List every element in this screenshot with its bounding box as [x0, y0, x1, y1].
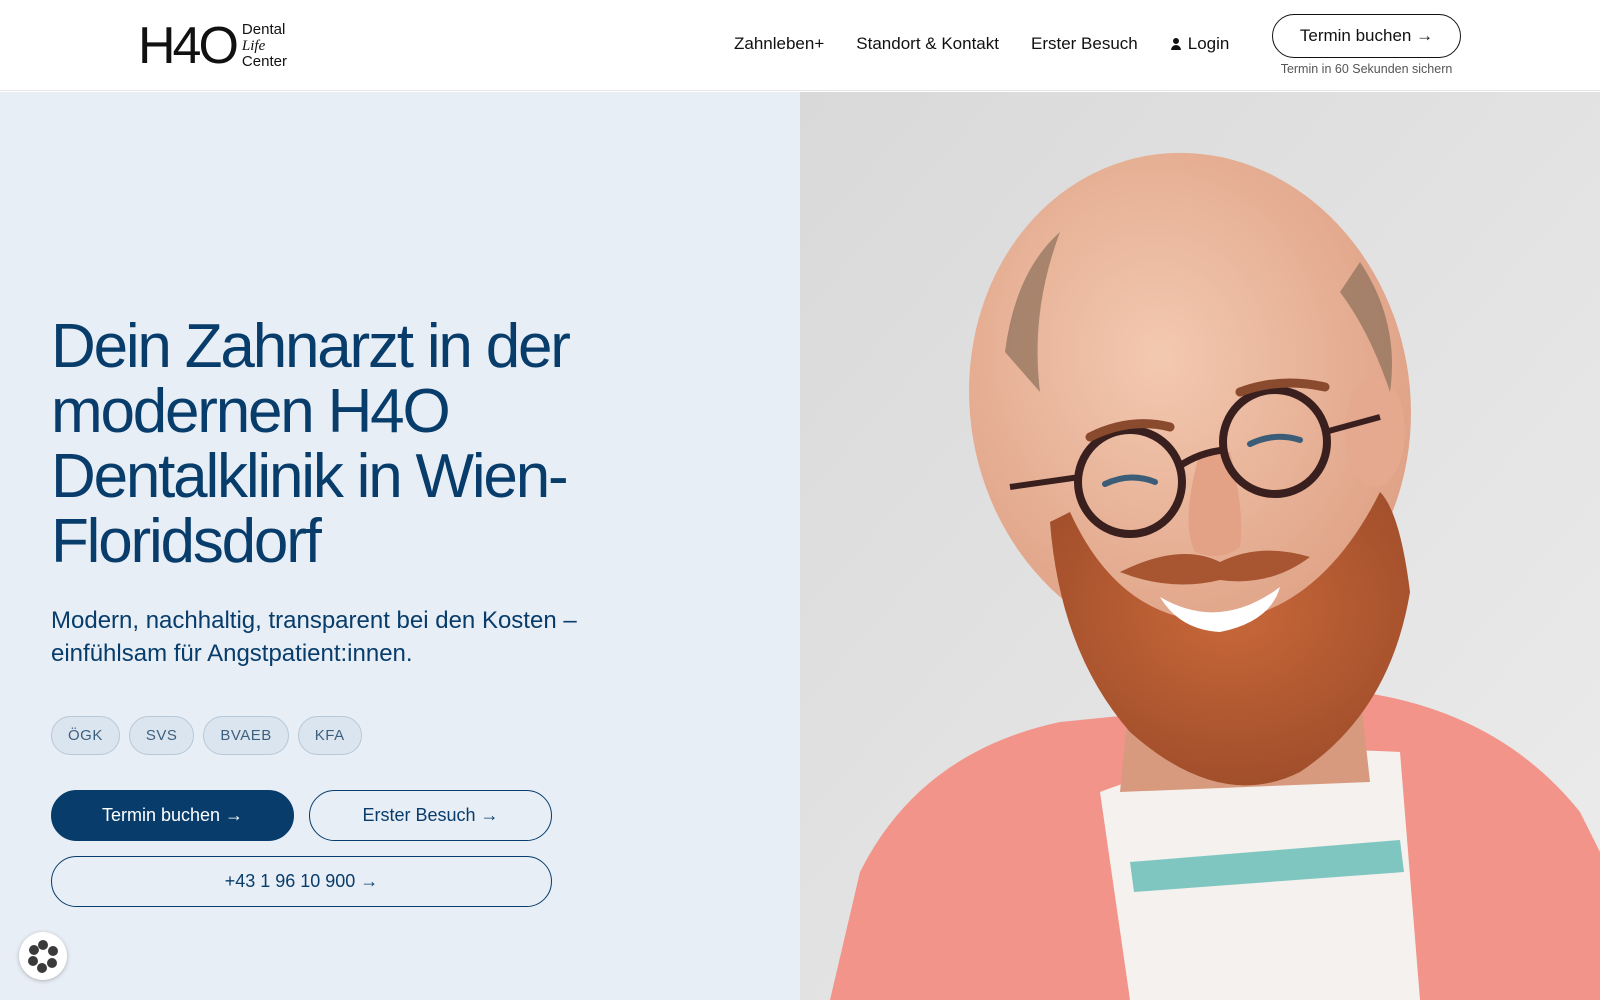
cookie-settings-button[interactable] [19, 932, 67, 980]
insurer-chip-kfa: KFA [297, 716, 362, 755]
nav-link-zahnleben[interactable]: Zahnleben+ [734, 34, 824, 54]
logo-word-life: Life [241, 38, 266, 54]
call-phone-button[interactable]: +43 1 96 10 900 → [51, 856, 552, 907]
logo[interactable]: H4O Dental Life Center [138, 17, 287, 75]
portrait-illustration [800, 92, 1600, 1000]
hero-title: Dein Zahnarzt in der modernen H4O Dental… [51, 312, 571, 576]
logo-word-dental: Dental [241, 21, 286, 38]
insurer-chip-oegk: ÖGK [51, 716, 120, 755]
logo-word-center: Center [241, 53, 287, 70]
logo-mark: H4O [138, 17, 239, 75]
book-appointment-button[interactable]: Termin buchen → [51, 790, 294, 841]
hero-content: Dein Zahnarzt in der modernen H4O Dental… [0, 92, 800, 1000]
nav-link-erster-besuch[interactable]: Erster Besuch [1031, 34, 1138, 54]
nav-link-standort-kontakt[interactable]: Standort & Kontakt [856, 34, 999, 54]
first-visit-button[interactable]: Erster Besuch → [309, 790, 552, 841]
nav-link-login[interactable]: Login [1170, 34, 1230, 54]
logo-wordmark: Dental Life Center [242, 22, 287, 70]
nav-link-login-label: Login [1187, 34, 1230, 53]
header-cta-caption: Termin in 60 Sekunden sichern [1280, 62, 1453, 76]
main-nav: Zahnleben+ Standort & Kontakt Erster Bes… [734, 34, 1229, 54]
portrait-photo [800, 92, 1600, 1000]
insurer-chips: ÖGK SVS BVAEB KFA [51, 716, 362, 755]
insurer-chip-bvaeb: BVAEB [203, 716, 289, 755]
insurer-chip-svs: SVS [128, 716, 195, 755]
header-book-appointment-button[interactable]: Termin buchen → [1272, 14, 1461, 58]
site-header: H4O Dental Life Center Zahnleben+ Stando… [0, 0, 1600, 91]
hero-subtitle: Modern, nachhaltig, transparent bei den … [51, 607, 577, 667]
user-icon [1170, 38, 1182, 50]
cookie-settings-icon [28, 940, 58, 973]
